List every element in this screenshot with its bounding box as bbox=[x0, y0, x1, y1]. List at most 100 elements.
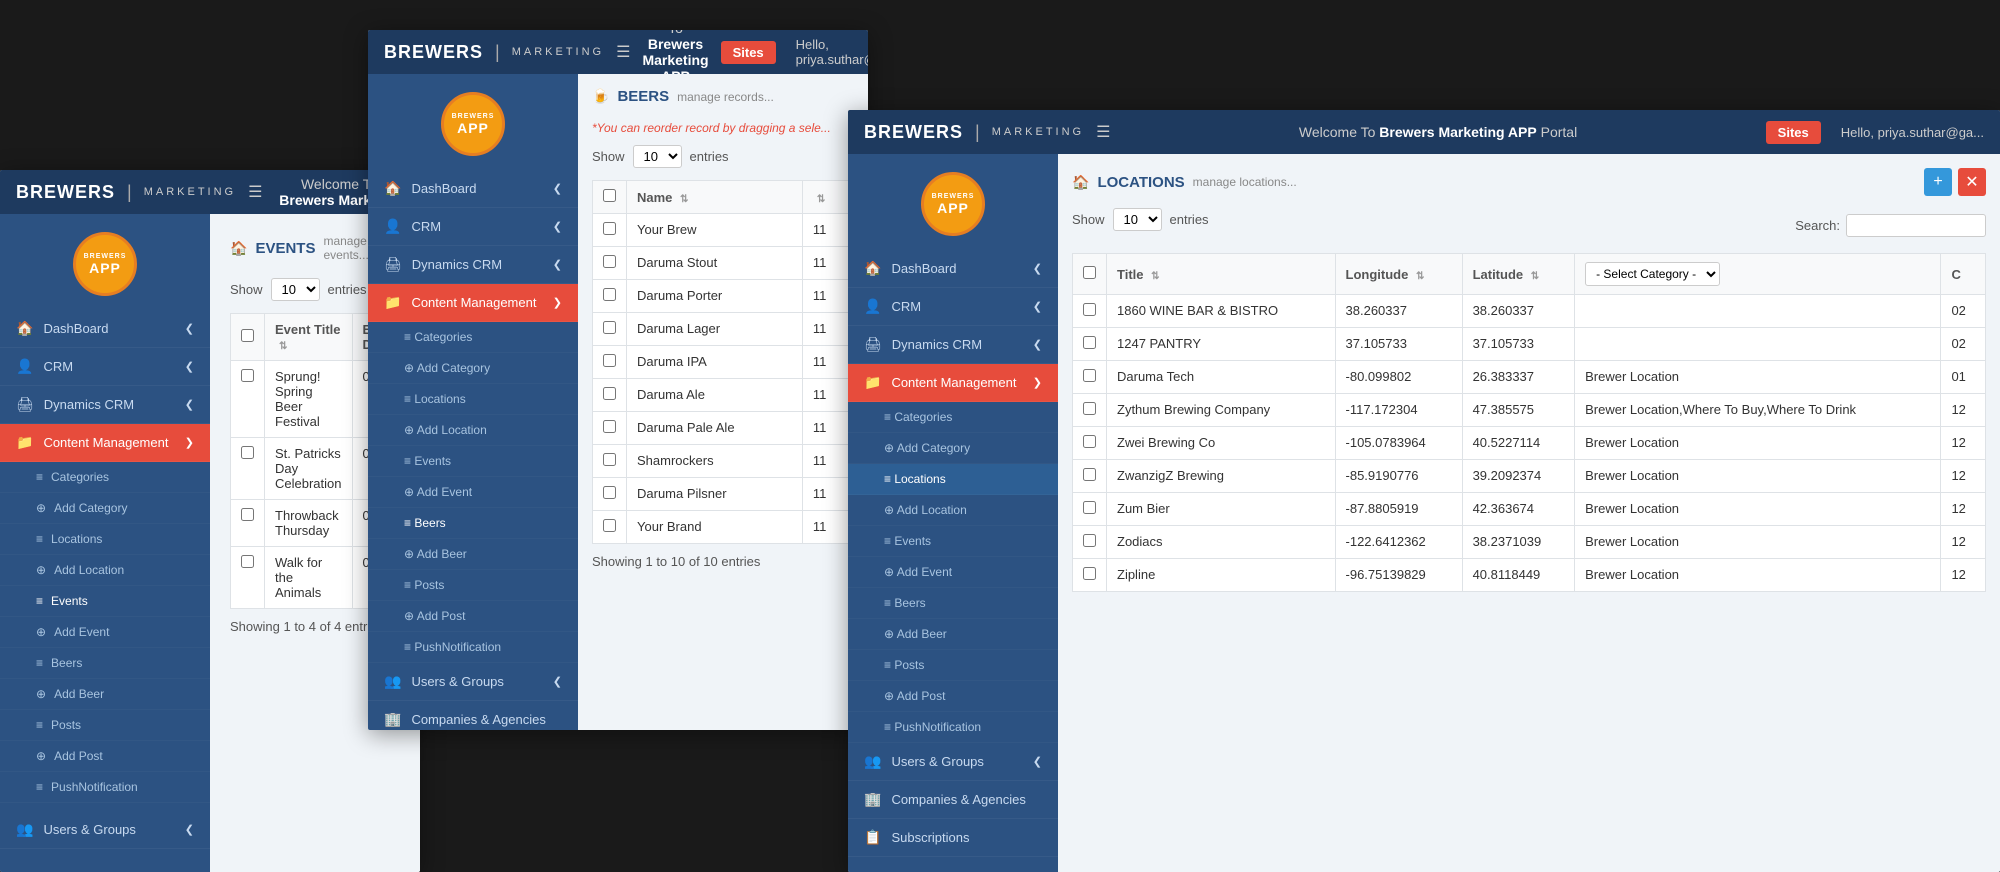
lcheck-3[interactable] bbox=[1083, 369, 1096, 382]
sidebar-sub-categories-4[interactable]: ≡ Categories bbox=[848, 402, 1058, 433]
loc-lat-1: 38.260337 bbox=[1462, 295, 1575, 328]
hamburger-icon-1[interactable]: ☰ bbox=[248, 182, 262, 202]
sidebar-sub-addpost-2[interactable]: ⊕ Add Post bbox=[368, 601, 578, 632]
sidebar-sub-events-4[interactable]: ≡ Events bbox=[848, 526, 1058, 557]
bcheck-2[interactable] bbox=[603, 255, 616, 268]
show-select-events[interactable]: 10 bbox=[271, 278, 320, 301]
sidebar-sub-addpost-4[interactable]: ⊕ Add Post bbox=[848, 681, 1058, 712]
add-location-btn[interactable]: + bbox=[1924, 168, 1952, 196]
sidebar-item-dynamics-4[interactable]: 🖨 Dynamics CRM ❮ bbox=[848, 326, 1058, 364]
sidebar-sub-categories-2[interactable]: ≡ Categories bbox=[368, 322, 578, 353]
bcheck-3[interactable] bbox=[603, 288, 616, 301]
table-row: Zum Bier -87.8805919 42.363674 Brewer Lo… bbox=[1073, 493, 1986, 526]
delete-location-btn[interactable]: ✕ bbox=[1958, 168, 1986, 196]
sidebar-item-crm-1[interactable]: 👤 CRM ❮ bbox=[0, 348, 210, 386]
bcheck-1[interactable] bbox=[603, 222, 616, 235]
sidebar-sub-addpost-1[interactable]: ⊕ Add Post bbox=[0, 741, 210, 772]
sidebar-sub-addevent-2[interactable]: ⊕ Add Event bbox=[368, 477, 578, 508]
check-2[interactable] bbox=[241, 446, 254, 459]
hamburger-icon-2[interactable]: ☰ bbox=[616, 42, 630, 62]
lcheck-8[interactable] bbox=[1083, 534, 1096, 547]
sidebar-sub-push-2[interactable]: ≡ PushNotification bbox=[368, 632, 578, 663]
sidebar-sub-locations-4[interactable]: ≡ Locations bbox=[848, 464, 1058, 495]
sidebar-item-users-2[interactable]: 👥 Users & Groups ❮ bbox=[368, 663, 578, 701]
logo-circle-2: BREWERS APP bbox=[441, 92, 505, 156]
sidebar-sub-addbeer-4[interactable]: ⊕ Add Beer bbox=[848, 619, 1058, 650]
sidebar-sub-addcat-4[interactable]: ⊕ Add Category bbox=[848, 433, 1058, 464]
sidebar-sub-addevent-4[interactable]: ⊕ Add Event bbox=[848, 557, 1058, 588]
sidebar-item-dynamics-2[interactable]: 🖨 Dynamics CRM ❮ bbox=[368, 246, 578, 284]
sidebar-sub-posts-1[interactable]: ≡ Posts bbox=[0, 710, 210, 741]
category-filter[interactable]: - Select Category - bbox=[1585, 262, 1720, 286]
bcheck-7[interactable] bbox=[603, 420, 616, 433]
check-3[interactable] bbox=[241, 508, 254, 521]
sidebar-item-content-2[interactable]: 📁 Content Management ❯ bbox=[368, 284, 578, 322]
sidebar-item-users-4[interactable]: 👥 Users & Groups ❮ bbox=[848, 743, 1058, 781]
sidebar-sub-push-1[interactable]: ≡ PushNotification bbox=[0, 772, 210, 803]
show-select-loc[interactable]: 10 bbox=[1113, 208, 1162, 231]
sidebar-sub-locations-2[interactable]: ≡ Locations bbox=[368, 384, 578, 415]
lcheck-1[interactable] bbox=[1083, 303, 1096, 316]
sidebar-sub-locations-1[interactable]: ≡ Locations bbox=[0, 524, 210, 555]
sidebar-item-crm-4[interactable]: 👤 CRM ❮ bbox=[848, 288, 1058, 326]
show-select-beers[interactable]: 10 bbox=[633, 145, 682, 168]
bcheck-8[interactable] bbox=[603, 453, 616, 466]
bcheck-9[interactable] bbox=[603, 486, 616, 499]
lcheck-9[interactable] bbox=[1083, 567, 1096, 580]
bcheck-10[interactable] bbox=[603, 519, 616, 532]
loc-select-all[interactable] bbox=[1083, 266, 1096, 279]
sites-btn-4[interactable]: Sites bbox=[1766, 121, 1821, 144]
sidebar-sub-addloc-2[interactable]: ⊕ Add Location bbox=[368, 415, 578, 446]
lcheck-5[interactable] bbox=[1083, 435, 1096, 448]
sidebar-item-companies-2[interactable]: 🏢 Companies & Agencies bbox=[368, 701, 578, 730]
sites-btn-2[interactable]: Sites bbox=[721, 41, 776, 64]
sidebar-item-sub-4[interactable]: 📋 Subscriptions bbox=[848, 819, 1058, 857]
home-icon-2: 🏠 bbox=[384, 180, 401, 197]
sidebar-sub-addcat-2[interactable]: ⊕ Add Category bbox=[368, 353, 578, 384]
hamburger-icon-4[interactable]: ☰ bbox=[1096, 122, 1110, 142]
sidebar-sub-beers-4[interactable]: ≡ Beers bbox=[848, 588, 1058, 619]
bcheck-4[interactable] bbox=[603, 321, 616, 334]
loc-lat-8: 38.2371039 bbox=[1462, 526, 1575, 559]
sidebar-item-dynamics-1[interactable]: 🖨 Dynamics CRM ❮ bbox=[0, 386, 210, 424]
addloc-icon-1: ⊕ bbox=[36, 563, 46, 577]
sidebar-item-crm-2[interactable]: 👤 CRM ❮ bbox=[368, 208, 578, 246]
beers-select-all[interactable] bbox=[603, 189, 616, 202]
sidebar-sub-addbeer-2[interactable]: ⊕ Add Beer bbox=[368, 539, 578, 570]
events-select-all[interactable] bbox=[241, 329, 254, 342]
sidebar-sub-addevent-1[interactable]: ⊕ Add Event bbox=[0, 617, 210, 648]
sidebar-item-users-1[interactable]: 👥 Users & Groups ❮ bbox=[0, 811, 210, 849]
sidebar-label-users-1: Users & Groups bbox=[43, 822, 135, 837]
sidebar-sub-addloc-1[interactable]: ⊕ Add Location bbox=[0, 555, 210, 586]
chevron-dash-2: ❮ bbox=[553, 182, 562, 195]
sidebar-sub-beers-2[interactable]: ≡ Beers bbox=[368, 508, 578, 539]
loc-cat-7: Brewer Location bbox=[1575, 493, 1941, 526]
search-input-loc[interactable] bbox=[1846, 214, 1986, 237]
sidebar-item-content-1[interactable]: 📁 Content Management ❯ bbox=[0, 424, 210, 462]
sidebar-sub-push-4[interactable]: ≡ PushNotification bbox=[848, 712, 1058, 743]
sidebar-sub-addcat-1[interactable]: ⊕ Add Category bbox=[0, 493, 210, 524]
lcheck-4[interactable] bbox=[1083, 402, 1096, 415]
bcheck-6[interactable] bbox=[603, 387, 616, 400]
sidebar-sub-addloc-4[interactable]: ⊕ Add Location bbox=[848, 495, 1058, 526]
lcheck-6[interactable] bbox=[1083, 468, 1096, 481]
check-4[interactable] bbox=[241, 555, 254, 568]
sidebar-item-content-4[interactable]: 📁 Content Management ❯ bbox=[848, 364, 1058, 402]
check-1[interactable] bbox=[241, 369, 254, 382]
loc-title-7: Zum Bier bbox=[1107, 493, 1336, 526]
bcheck-5[interactable] bbox=[603, 354, 616, 367]
sidebar-sub-addbeer-1[interactable]: ⊕ Add Beer bbox=[0, 679, 210, 710]
sidebar-item-companies-4[interactable]: 🏢 Companies & Agencies bbox=[848, 781, 1058, 819]
lcheck-7[interactable] bbox=[1083, 501, 1096, 514]
sidebar-sub-posts-2[interactable]: ≡ Posts bbox=[368, 570, 578, 601]
lcheck-2[interactable] bbox=[1083, 336, 1096, 349]
sidebar-item-dashboard-4[interactable]: 🏠 DashBoard ❮ bbox=[848, 250, 1058, 288]
sidebar-sub-events-1[interactable]: ≡ Events bbox=[0, 586, 210, 617]
sidebar-sub-events-2[interactable]: ≡ Events bbox=[368, 446, 578, 477]
sidebar-item-dashboard-1[interactable]: 🏠 DashBoard ❮ bbox=[0, 310, 210, 348]
sidebar-sub-posts-4[interactable]: ≡ Posts bbox=[848, 650, 1058, 681]
sidebar-sub-beers-1[interactable]: ≡ Beers bbox=[0, 648, 210, 679]
sidebar-item-dashboard-2[interactable]: 🏠 DashBoard ❮ bbox=[368, 170, 578, 208]
sidebar-sub-categories-1[interactable]: ≡ Categories bbox=[0, 462, 210, 493]
sidebar-label-content-4: Content Management bbox=[891, 375, 1016, 390]
